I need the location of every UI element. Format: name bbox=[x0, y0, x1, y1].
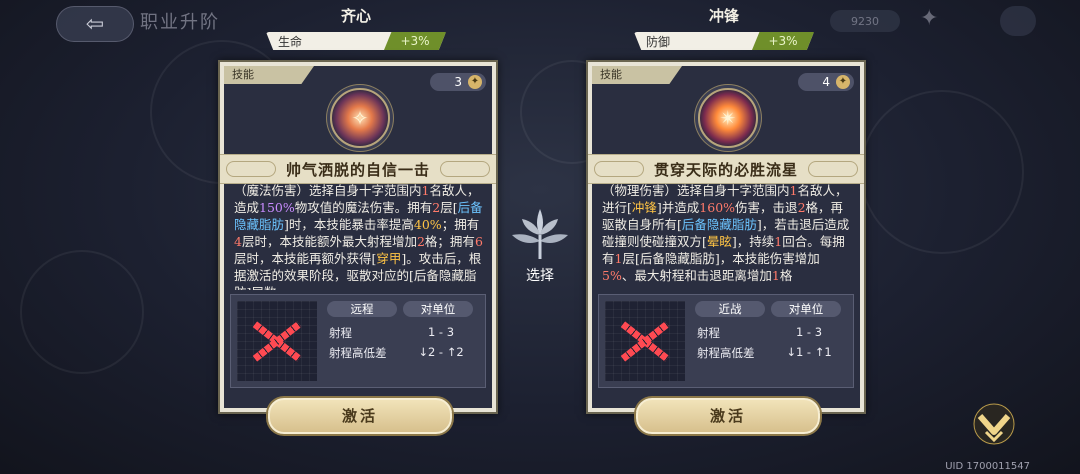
skill-title: 帅气洒脱的自信一击 bbox=[285, 160, 430, 179]
range-label: 射程 bbox=[697, 326, 720, 340]
class-name: 齐心 bbox=[340, 7, 371, 25]
stat-value: +3% bbox=[752, 32, 814, 50]
target-type-badge: 对单位 bbox=[403, 301, 473, 317]
page-title: 职业升阶 bbox=[140, 12, 220, 33]
cost-number: 4 bbox=[822, 75, 830, 89]
range-info-box: 近战 对单位 射程 1 - 3 射程高低差 ↓1 - ↑1 bbox=[598, 294, 854, 388]
range-info-box: 远程 对单位 射程 1 - 3 射程高低差 ↓2 - ↑2 bbox=[230, 294, 486, 388]
choose-emblem: 选择 bbox=[502, 205, 578, 285]
back-arrow-icon: ⇦ bbox=[85, 11, 105, 37]
target-type-badge: 对单位 bbox=[771, 301, 841, 317]
card-header-right: 冲锋 防御 +3% bbox=[634, 6, 814, 50]
ornament-icon bbox=[808, 161, 858, 177]
height-row: 射程高低差 ↓1 - ↑1 bbox=[697, 345, 843, 361]
skill-card-left[interactable]: 技能 3 ✦ ✧ 帅气洒脱的自信一击 （魔法伤害）选择自身十字范围内1名敌人，造… bbox=[218, 60, 498, 434]
ornament-icon bbox=[226, 161, 276, 177]
meteor-icon: ✴ bbox=[719, 106, 737, 130]
range-pattern-grid bbox=[605, 301, 685, 381]
menu-button[interactable] bbox=[1000, 6, 1036, 36]
cost-gem-icon: ✦ bbox=[468, 75, 482, 89]
tree-emblem-icon bbox=[508, 205, 572, 261]
background-ring bbox=[20, 250, 144, 374]
skill-description: （魔法伤害）选择自身十字范围内1名敌人，造成150%物攻值的魔法伤害。拥有2层[… bbox=[234, 183, 483, 290]
stat-bonus-bar: 生命 +3% bbox=[266, 32, 446, 50]
stat-bonus-bar: 防御 +3% bbox=[634, 32, 814, 50]
range-value: 1 - 3 bbox=[795, 325, 823, 339]
back-button[interactable]: ⇦ bbox=[56, 6, 134, 42]
skill-cost: 4 ✦ bbox=[798, 73, 854, 91]
ornament-icon bbox=[440, 161, 490, 177]
stat-label: 防御 bbox=[646, 34, 671, 49]
cost-number: 3 bbox=[454, 75, 462, 89]
range-type-badge: 远程 bbox=[327, 301, 397, 317]
skill-tag: 技能 bbox=[224, 66, 314, 84]
background-ring bbox=[860, 90, 1024, 254]
skill-icon: ✴ bbox=[698, 88, 758, 148]
skill-title-banner: 贯穿天际的必胜流星 bbox=[588, 154, 864, 184]
activate-button[interactable]: 激活 bbox=[268, 398, 452, 434]
range-label: 射程 bbox=[329, 326, 352, 340]
currency-counter: 9230 bbox=[830, 10, 900, 32]
height-label: 射程高低差 bbox=[697, 346, 755, 360]
height-value: ↓1 - ↑1 bbox=[786, 345, 832, 359]
top-bar: ⇦ 职业升阶 9230 ✦ bbox=[0, 0, 1080, 44]
uid-label: UID 1700011547 bbox=[945, 461, 1030, 472]
card-body: 技能 4 ✦ ✴ 贯穿天际的必胜流星 （物理伤害）选择自身十字范围内1名敌人，进… bbox=[588, 66, 864, 408]
card-body: 技能 3 ✦ ✧ 帅气洒脱的自信一击 （魔法伤害）选择自身十字范围内1名敌人，造… bbox=[220, 66, 496, 408]
collapse-chevron-icon[interactable] bbox=[970, 402, 1018, 448]
range-row: 射程 1 - 3 bbox=[697, 325, 843, 341]
skill-icon: ✧ bbox=[330, 88, 390, 148]
height-row: 射程高低差 ↓2 - ↑2 bbox=[329, 345, 475, 361]
card-header-left: 齐心 生命 +3% bbox=[266, 6, 446, 50]
range-pattern-grid bbox=[237, 301, 317, 381]
ornament-icon bbox=[594, 161, 644, 177]
stat-value: +3% bbox=[384, 32, 446, 50]
slash-icon: ✧ bbox=[351, 106, 369, 130]
skill-description: （物理伤害）选择自身十字范围内1名敌人，进行[冲锋]并造成160%伤害，击退2格… bbox=[602, 183, 850, 283]
tree-emblem-svg bbox=[512, 209, 568, 259]
choose-label: 选择 bbox=[526, 268, 554, 284]
class-name: 冲锋 bbox=[708, 7, 739, 25]
cost-gem-icon: ✦ bbox=[836, 75, 850, 89]
stat-label: 生命 bbox=[278, 34, 303, 49]
skill-card-right[interactable]: 技能 4 ✦ ✴ 贯穿天际的必胜流星 （物理伤害）选择自身十字范围内1名敌人，进… bbox=[586, 60, 866, 434]
skill-cost: 3 ✦ bbox=[430, 73, 486, 91]
activate-button[interactable]: 激活 bbox=[636, 398, 820, 434]
height-value: ↓2 - ↑2 bbox=[418, 345, 464, 359]
range-value: 1 - 3 bbox=[427, 325, 455, 339]
range-row: 射程 1 - 3 bbox=[329, 325, 475, 341]
skill-tag: 技能 bbox=[592, 66, 682, 84]
height-label: 射程高低差 bbox=[329, 346, 387, 360]
range-type-badge: 近战 bbox=[695, 301, 765, 317]
skill-title: 贯穿天际的必胜流星 bbox=[653, 160, 798, 179]
skill-title-banner: 帅气洒脱的自信一击 bbox=[220, 154, 496, 184]
spark-icon[interactable]: ✦ bbox=[920, 6, 938, 31]
